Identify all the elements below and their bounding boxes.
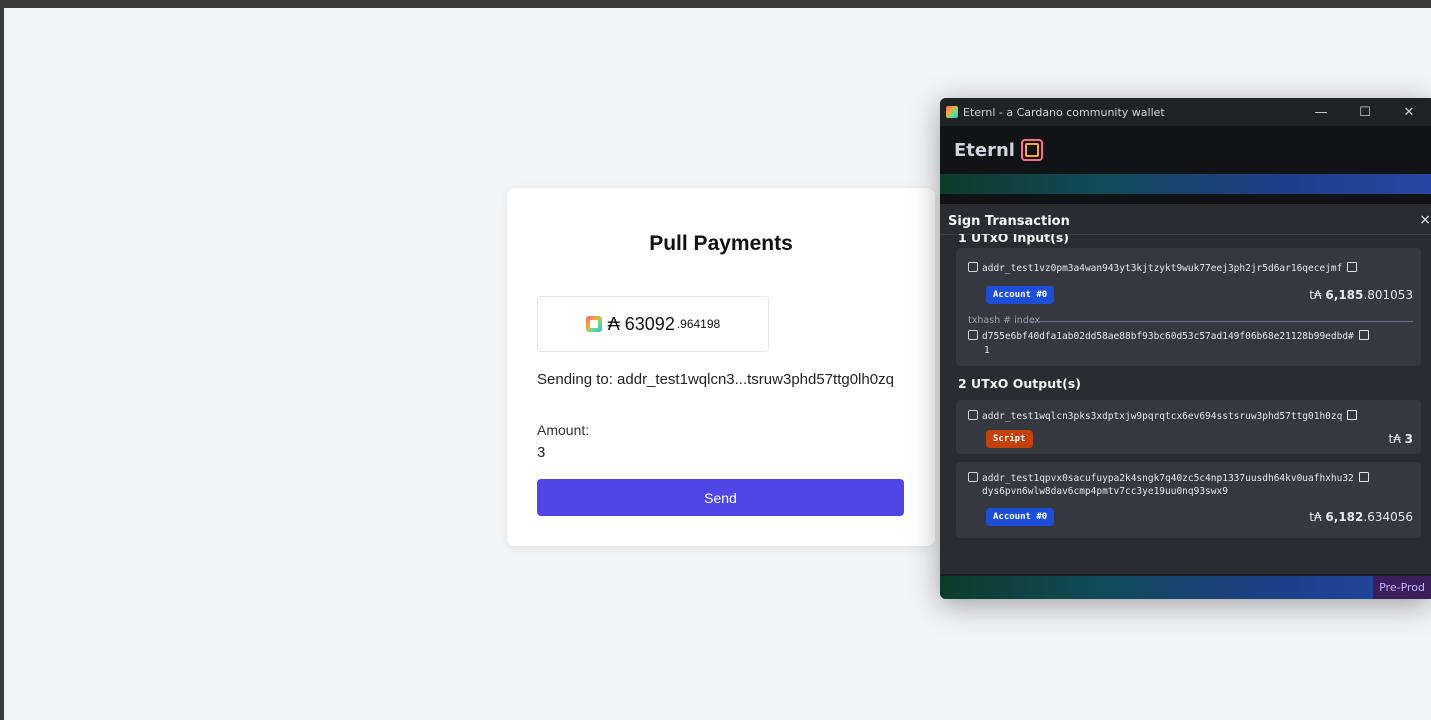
utxo-output-card: addr_test1wqlcn3pks3xdptxjw9pqrqtcx6ev69… bbox=[956, 400, 1421, 454]
txhash-divider bbox=[1031, 321, 1413, 322]
output-amount: t₳ 6,182.634056 bbox=[1309, 510, 1413, 524]
balance-amount: ₳ 63092 bbox=[607, 313, 675, 334]
script-badge: Script bbox=[986, 430, 1033, 448]
window-title: Eternl - a Cardano community wallet bbox=[963, 105, 1165, 119]
maximize-icon[interactable]: ☐ bbox=[1343, 105, 1387, 120]
pull-payments-card: Pull Payments ₳ 63092 .964198 Sending to… bbox=[507, 188, 935, 546]
window-left-border bbox=[0, 0, 4, 720]
external-link-icon[interactable] bbox=[1347, 410, 1358, 420]
window-titlebar[interactable]: Eternl - a Cardano community wallet — ☐ … bbox=[940, 98, 1431, 126]
sign-transaction-panel: Sign Transaction × 1 UTxO Input(s) addr_… bbox=[940, 204, 1431, 574]
amount-integer: 6,182 bbox=[1325, 510, 1364, 524]
utxo-output-card: addr_test1qpvx0sacufuypa2k4sngk7q40zc5c4… bbox=[956, 462, 1421, 538]
eternl-app-icon bbox=[946, 106, 958, 118]
eternl-wallet-window: Eternl - a Cardano community wallet — ☐ … bbox=[940, 98, 1431, 599]
external-link-icon[interactable] bbox=[1358, 472, 1369, 482]
external-link-icon[interactable] bbox=[1358, 330, 1369, 340]
copy-icon[interactable] bbox=[968, 330, 978, 340]
page-title: Pull Payments bbox=[649, 232, 793, 255]
sending-to-text: Sending to: addr_test1wqlcn3...tsruw3phd… bbox=[537, 371, 894, 388]
txhash-index: 1 bbox=[984, 345, 990, 356]
eternl-brand-icon bbox=[1020, 139, 1043, 161]
external-link-icon[interactable] bbox=[1347, 262, 1358, 272]
outputs-heading: 2 UTxO Output(s) bbox=[958, 376, 1081, 391]
utxo-input-card: addr_test1vz0pm3a4wan943yt3kjtzykt9wuk77… bbox=[956, 248, 1421, 366]
send-button[interactable]: Send bbox=[537, 479, 904, 516]
footer-gradient-bar: Pre-Prod bbox=[940, 576, 1431, 599]
header-gradient-bar bbox=[940, 174, 1431, 194]
copy-icon[interactable] bbox=[968, 410, 978, 420]
brand-header: Eternl bbox=[940, 126, 1431, 174]
amount-integer: 3 bbox=[1404, 432, 1413, 446]
close-icon[interactable]: ✕ bbox=[1387, 105, 1431, 120]
network-badge: Pre-Prod bbox=[1373, 576, 1431, 599]
copy-icon[interactable] bbox=[968, 262, 978, 272]
window-top-border bbox=[0, 0, 1431, 8]
output-address[interactable]: addr_test1qpvx0sacufuypa2k4sngk7q40zc5c4… bbox=[982, 473, 1354, 484]
output-address[interactable]: addr_test1wqlcn3pks3xdptxjw9pqrqtcx6ev69… bbox=[982, 411, 1342, 422]
output-address-row: addr_test1qpvx0sacufuypa2k4sngk7q40zc5c4… bbox=[968, 472, 1369, 484]
txhash-label: txhash # index bbox=[968, 315, 1041, 326]
output-amount: t₳ 3 bbox=[1388, 432, 1413, 446]
balance-decimals: .964198 bbox=[676, 317, 721, 331]
txhash-row: d755e6bf40dfa1ab02dd58ae88bf93bc60d53c57… bbox=[968, 330, 1369, 342]
output-address-continued[interactable]: dys6pvn6wlw8dav6cmp4pmtv7cc3ye19uu0nq93s… bbox=[982, 486, 1228, 497]
account-badge: Account #0 bbox=[986, 286, 1055, 304]
amount-value: 3 bbox=[537, 444, 546, 461]
input-address-row: addr_test1vz0pm3a4wan943yt3kjtzykt9wuk77… bbox=[968, 262, 1358, 274]
currency-prefix: t₳ bbox=[1309, 288, 1326, 302]
close-panel-icon[interactable]: × bbox=[1419, 212, 1431, 228]
eternl-logo-icon bbox=[585, 316, 602, 332]
amount-label: Amount: bbox=[537, 422, 590, 438]
amount-decimals: .801053 bbox=[1363, 288, 1413, 302]
minimize-icon[interactable]: — bbox=[1299, 105, 1343, 120]
sign-transaction-title: Sign Transaction bbox=[948, 214, 1070, 229]
output-address-row: addr_test1wqlcn3pks3xdptxjw9pqrqtcx6ev69… bbox=[968, 410, 1358, 422]
header-spacer bbox=[940, 194, 1431, 204]
brand-name: Eternl bbox=[954, 139, 1015, 161]
wallet-balance-box[interactable]: ₳ 63092 .964198 bbox=[537, 296, 769, 352]
inputs-heading: 1 UTxO Input(s) bbox=[958, 234, 1070, 245]
currency-prefix: t₳ bbox=[1388, 432, 1405, 446]
copy-icon[interactable] bbox=[968, 472, 978, 482]
input-amount: t₳ 6,185.801053 bbox=[1309, 288, 1413, 302]
amount-integer: 6,185 bbox=[1325, 288, 1364, 302]
input-address[interactable]: addr_test1vz0pm3a4wan943yt3kjtzykt9wuk77… bbox=[982, 263, 1342, 274]
window-controls: — ☐ ✕ bbox=[1299, 98, 1431, 126]
amount-decimals: .634056 bbox=[1363, 510, 1413, 524]
txhash-value[interactable]: d755e6bf40dfa1ab02dd58ae88bf93bc60d53c57… bbox=[982, 331, 1354, 342]
account-badge: Account #0 bbox=[986, 508, 1055, 526]
currency-prefix: t₳ bbox=[1309, 510, 1326, 524]
